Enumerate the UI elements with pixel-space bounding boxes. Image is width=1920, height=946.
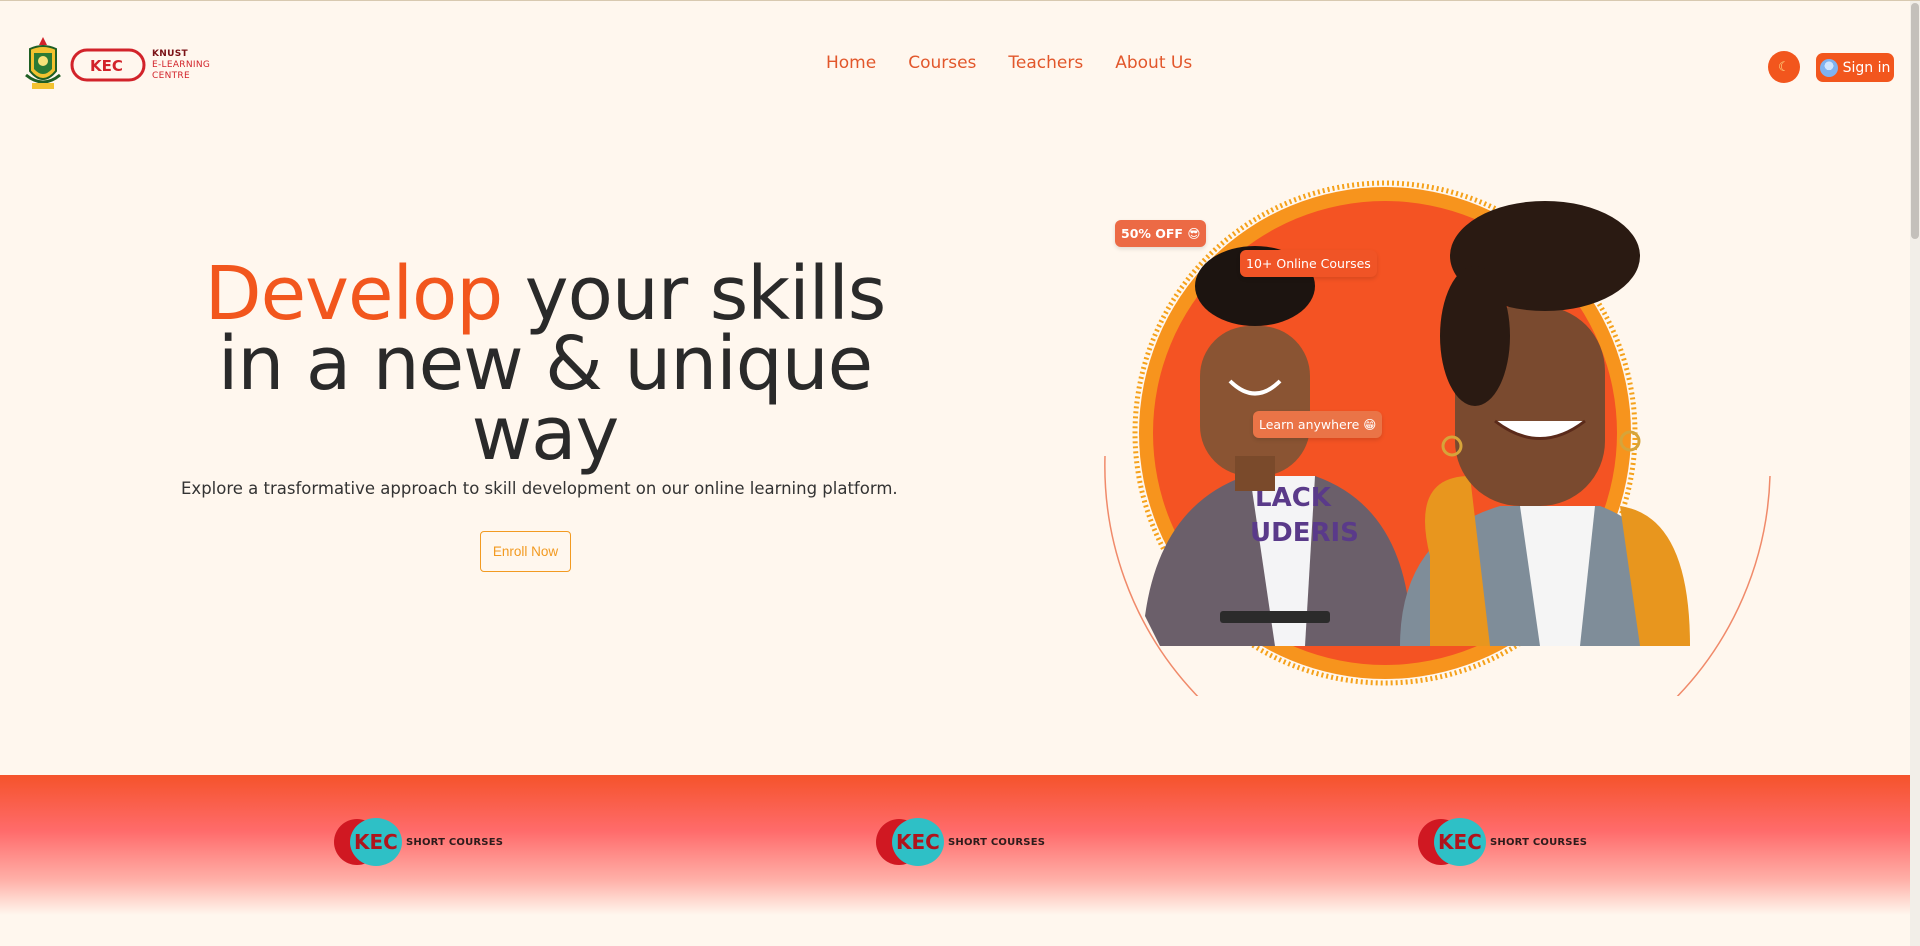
nav-home[interactable]: Home (826, 53, 876, 73)
moon-icon: ☾ (1778, 59, 1790, 75)
hero-students-image: LACK UDERIS (1104, 180, 1771, 800)
page-scrollbar[interactable] (1910, 1, 1920, 946)
logo-line2: E-LEARNING (152, 59, 211, 70)
learn-anywhere-badge: Learn anywhere 😁 (1253, 411, 1383, 438)
scrollbar-thumb[interactable] (1911, 3, 1919, 239)
discount-badge: 50% OFF 😎 (1115, 220, 1207, 247)
nav-courses[interactable]: Courses (908, 53, 976, 73)
svg-text:KEC: KEC (354, 830, 398, 854)
logo-text: KNUST E-LEARNING CENTRE (152, 49, 210, 82)
nav-teachers[interactable]: Teachers (1008, 53, 1083, 73)
main-nav: Home Courses Teachers About Us (826, 53, 1192, 73)
hero-subtitle: Explore a trasformative approach to skil… (181, 479, 898, 498)
short-courses-logo-icon: KEC (334, 818, 402, 866)
svg-text:KEC: KEC (1438, 830, 1482, 854)
short-courses-logo-icon: KEC (1418, 818, 1486, 866)
short-courses-logo-icon: KEC (876, 818, 944, 866)
short-courses-label: SHORT COURSES (406, 836, 504, 848)
short-course-item[interactable]: KEC SHORT COURSES (874, 817, 1045, 867)
site-logo[interactable]: KEC KNUST E-LEARNING CENTRE (22, 35, 210, 95)
hero-illustration: LACK UDERIS 50% OFF 😎 10+ Online Courses… (1100, 176, 1780, 800)
theme-toggle-button[interactable]: ☾ (1768, 51, 1800, 83)
kec-logo-icon: KEC (70, 48, 146, 82)
logo-line1: KNUST (152, 48, 188, 59)
short-courses-banner: KEC SHORT COURSES KEC SHORT COURSES KEC … (0, 775, 1910, 915)
svg-text:KEC: KEC (90, 57, 123, 75)
short-course-item[interactable]: KEC SHORT COURSES (1416, 817, 1587, 867)
sign-in-label: Sign in (1842, 59, 1891, 76)
svg-text:UDERIS: UDERIS (1250, 518, 1359, 548)
hero-title-line3: way (471, 391, 620, 477)
short-courses-label: SHORT COURSES (948, 836, 1046, 848)
online-courses-badge: 10+ Online Courses (1240, 250, 1377, 277)
site-header: KEC KNUST E-LEARNING CENTRE Home Courses… (0, 1, 1910, 131)
sign-in-button[interactable]: Sign in (1816, 53, 1894, 82)
hero-title: Develop your skills in a new & unique wa… (150, 257, 940, 471)
user-avatar-icon (1819, 58, 1838, 77)
page: KEC KNUST E-LEARNING CENTRE Home Courses… (0, 0, 1920, 946)
short-courses-label: SHORT COURSES (1490, 836, 1588, 848)
nav-about-us[interactable]: About Us (1115, 53, 1192, 73)
svg-text:KEC: KEC (896, 830, 940, 854)
logo-line3: CENTRE (152, 70, 190, 81)
enroll-now-button[interactable]: Enroll Now (480, 531, 571, 572)
knust-crest-icon (25, 37, 61, 89)
short-course-item[interactable]: KEC SHORT COURSES (332, 817, 503, 867)
